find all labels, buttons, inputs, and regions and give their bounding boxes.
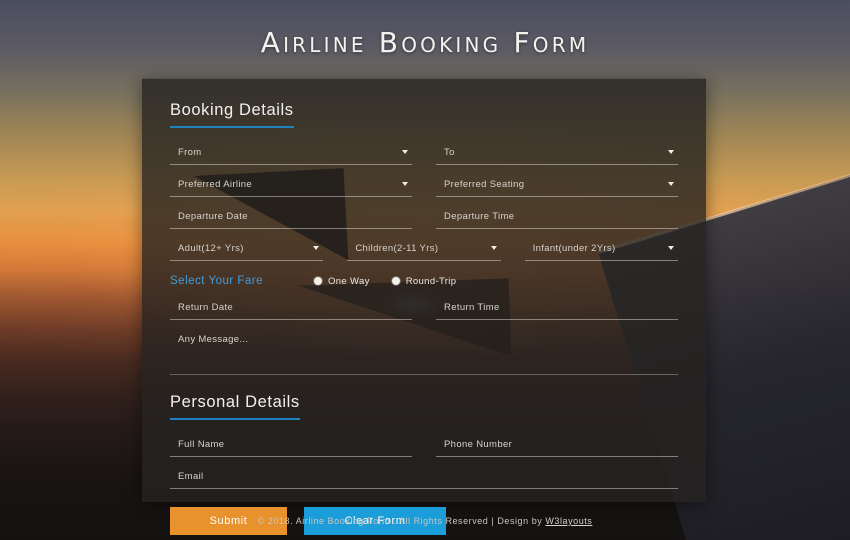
preferred-seating-select[interactable] (436, 174, 678, 197)
email-input[interactable] (170, 466, 678, 489)
preferred-seating-field-wrap (436, 174, 678, 197)
radio-dot-icon (391, 277, 400, 285)
adult-count-select[interactable] (170, 238, 324, 261)
booking-details-heading: Booking Details (170, 101, 294, 128)
name-phone-row (170, 434, 678, 457)
return-row (170, 297, 678, 320)
footer: © 2018. Airline Booking Form . All Right… (0, 516, 850, 526)
preference-row (170, 174, 678, 197)
phone-number-field-wrap (436, 434, 678, 457)
preferred-airline-field-wrap (170, 174, 412, 197)
to-field-wrap (436, 142, 678, 165)
passengers-row (170, 238, 678, 261)
email-field-wrap (170, 466, 678, 489)
departure-row (170, 206, 678, 229)
phone-number-input[interactable] (436, 434, 678, 457)
departure-time-field-wrap (436, 206, 678, 229)
booking-form-panel: Booking Details From To Preferred Airlin… (142, 78, 706, 535)
radio-one-way[interactable]: One Way (314, 276, 370, 287)
fare-label: Select Your Fare (170, 275, 264, 287)
adult-field-wrap (170, 238, 324, 261)
infant-field-wrap (524, 238, 678, 261)
section-divider (170, 374, 678, 375)
return-date-field-wrap (170, 297, 412, 320)
message-textarea[interactable] (170, 329, 678, 359)
w3layouts-link[interactable]: W3layouts (545, 516, 592, 526)
preferred-airline-select[interactable] (170, 174, 412, 197)
full-name-input[interactable] (170, 434, 412, 457)
from-field-wrap (170, 142, 412, 165)
radio-one-way-label: One Way (328, 275, 370, 287)
departure-date-field-wrap (170, 206, 412, 229)
radio-round-trip-label: Round-Trip (405, 275, 457, 287)
infant-count-select[interactable] (524, 238, 678, 261)
departure-date-input[interactable] (170, 206, 412, 229)
page-title: Airline Booking Form (260, 26, 590, 59)
to-select[interactable] (436, 142, 678, 165)
email-row (170, 466, 678, 489)
children-field-wrap (347, 238, 501, 261)
fare-selection-row: Select Your Fare One Way Round-Trip (170, 275, 678, 287)
footer-text: © 2018. Airline Booking Form . All Right… (257, 516, 546, 526)
return-date-input[interactable] (170, 297, 412, 320)
from-select[interactable] (170, 142, 412, 165)
radio-dot-icon (314, 277, 322, 285)
full-name-field-wrap (170, 434, 412, 457)
route-row (170, 142, 678, 165)
return-time-input[interactable] (436, 297, 678, 320)
message-field-wrap (170, 329, 678, 364)
message-row (170, 329, 678, 364)
personal-details-heading: Personal Details (170, 393, 300, 420)
radio-round-trip[interactable]: Round-Trip (391, 275, 457, 287)
return-time-field-wrap (436, 297, 678, 320)
children-count-select[interactable] (347, 238, 501, 261)
departure-time-input[interactable] (436, 206, 678, 229)
